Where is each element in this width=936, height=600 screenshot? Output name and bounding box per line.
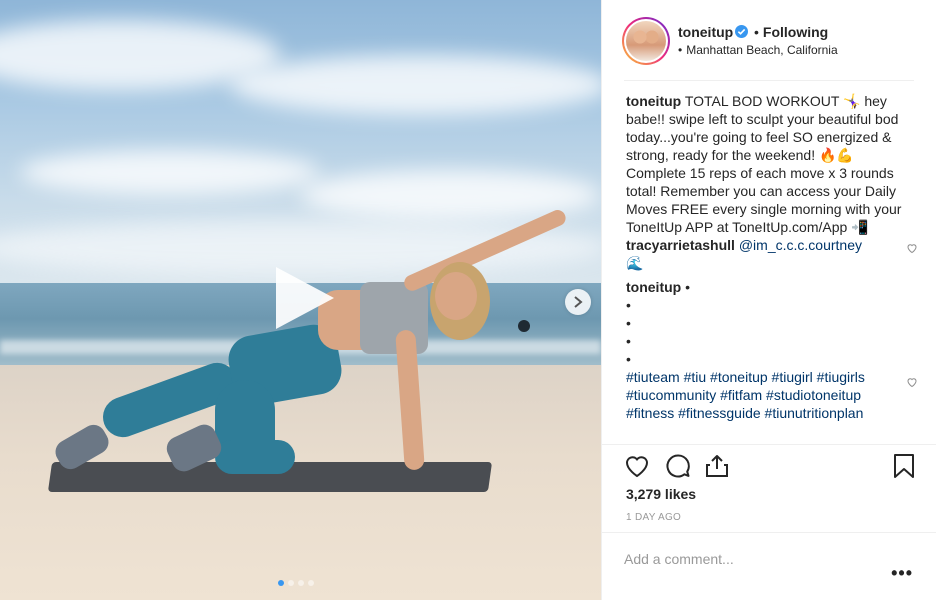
play-button[interactable] bbox=[270, 265, 336, 331]
carousel-dots bbox=[278, 580, 314, 586]
header-divider bbox=[624, 80, 914, 81]
heart-icon[interactable] bbox=[624, 453, 650, 479]
comment-bullets: • • • • bbox=[626, 296, 901, 368]
caption-username[interactable]: toneitup bbox=[626, 93, 681, 109]
comment-text: 🌊 bbox=[626, 255, 644, 271]
share-icon[interactable] bbox=[704, 453, 730, 479]
person-top bbox=[360, 282, 428, 354]
caption-text: TOTAL BOD WORKOUT 🤸‍♀️ hey babe!! swipe … bbox=[626, 93, 902, 235]
verified-badge-icon bbox=[735, 25, 748, 38]
comment-like-icon[interactable] bbox=[906, 242, 918, 254]
carousel-dot bbox=[278, 580, 284, 586]
carousel-dot bbox=[288, 580, 294, 586]
separator-dot: • bbox=[754, 24, 759, 40]
separator-dot: • bbox=[678, 43, 683, 57]
comment-username[interactable]: tracyarrietashull bbox=[626, 237, 735, 253]
comment-hashtags[interactable]: #tiuteam #tiu #toneitup #tiugirl #tiugir… bbox=[626, 368, 896, 422]
avatar-image bbox=[626, 21, 666, 61]
comment-icon[interactable] bbox=[665, 453, 691, 479]
post-media[interactable] bbox=[0, 0, 601, 600]
add-comment-input[interactable] bbox=[624, 547, 874, 571]
likes-count[interactable]: 3,279 likes bbox=[626, 486, 696, 502]
person-shin bbox=[215, 440, 295, 474]
comment-username[interactable]: toneitup bbox=[626, 279, 681, 295]
post-date[interactable]: 1 DAY AGO bbox=[626, 512, 681, 523]
bookmark-icon[interactable] bbox=[891, 453, 917, 479]
play-icon bbox=[276, 267, 334, 329]
caption: toneitup TOTAL BOD WORKOUT 🤸‍♀️ hey babe… bbox=[626, 92, 914, 236]
add-comment-bar: ••• bbox=[602, 532, 936, 600]
comment-text: • bbox=[685, 279, 691, 295]
location-link[interactable]: • Manhattan Beach, California bbox=[678, 43, 838, 57]
follow-status: Following bbox=[762, 24, 829, 40]
bullet-line: • bbox=[626, 351, 631, 367]
comment-mention[interactable]: @im_c.c.c.courtney bbox=[739, 237, 862, 253]
comment-like-icon[interactable] bbox=[906, 376, 918, 388]
follow-button[interactable]: • Following bbox=[754, 24, 828, 40]
chevron-right-icon bbox=[574, 296, 583, 308]
bullet-line: • bbox=[626, 315, 631, 331]
comment-item: toneitup • • • • • #tiuteam #tiu #toneit… bbox=[626, 278, 917, 422]
bullet-line: • bbox=[626, 297, 631, 313]
post-sidebar: toneitup • Following • Manhattan Beach, Ca… bbox=[601, 0, 936, 600]
carousel-dot bbox=[298, 580, 304, 586]
carousel-next-button[interactable] bbox=[565, 289, 591, 315]
comments-section: toneitup TOTAL BOD WORKOUT 🤸‍♀️ hey babe… bbox=[626, 92, 917, 422]
comment-item: tracyarrietashull @im_c.c.c.courtney 🌊 bbox=[626, 236, 917, 272]
more-options-icon[interactable]: ••• bbox=[891, 563, 913, 584]
post-header: toneitup • Following • Manhattan Beach, Ca… bbox=[602, 0, 936, 80]
post-actions bbox=[602, 444, 936, 488]
photo-surfer bbox=[518, 320, 530, 332]
photo-cloud bbox=[20, 150, 320, 195]
bullet-line: • bbox=[626, 333, 631, 349]
author-username[interactable]: toneitup bbox=[678, 24, 733, 40]
avatar[interactable] bbox=[622, 17, 670, 65]
carousel-dot bbox=[308, 580, 314, 586]
photo-cloud bbox=[230, 55, 601, 115]
person-face bbox=[435, 272, 477, 320]
location-name: Manhattan Beach, California bbox=[686, 43, 838, 57]
